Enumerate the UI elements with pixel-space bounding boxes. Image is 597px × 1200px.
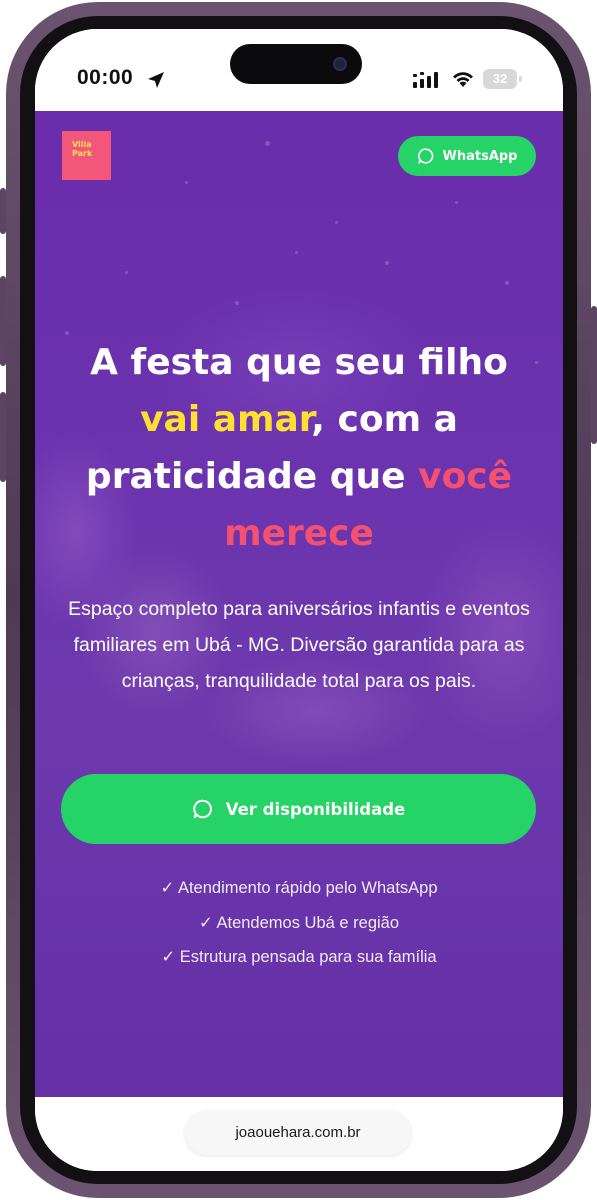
confetti-dot bbox=[235, 301, 239, 305]
battery-tip bbox=[519, 76, 522, 82]
confetti-dot bbox=[125, 271, 128, 274]
confetti-dot bbox=[265, 141, 270, 146]
confetti-dot bbox=[505, 281, 509, 285]
benefit-item: ✓ Atendemos Ubá e região bbox=[198, 913, 400, 932]
benefit-item: ✓ Atendimento rápido pelo WhatsApp bbox=[160, 879, 438, 897]
browser-bottom-bar: joaouehara.com.br bbox=[35, 1097, 563, 1171]
whatsapp-icon bbox=[417, 148, 433, 164]
wifi-icon bbox=[453, 72, 473, 87]
whatsapp-header-button[interactable]: WhatsApp bbox=[398, 136, 536, 176]
check-availability-button[interactable]: Ver disponibilidade bbox=[61, 774, 536, 844]
benefit-item: ✓ Estrutura pensada para sua família bbox=[161, 948, 437, 966]
status-bar: 00:00 32 bbox=[35, 29, 563, 111]
confetti-dot bbox=[385, 261, 389, 265]
battery-icon: 32 bbox=[483, 69, 517, 89]
headline-part-1: A festa que seu filho bbox=[90, 342, 508, 383]
power-button bbox=[591, 306, 597, 444]
volume-up-button bbox=[0, 276, 6, 366]
confetti-dot bbox=[455, 201, 458, 204]
confetti-dot bbox=[185, 181, 188, 184]
browser-address-bar[interactable]: joaouehara.com.br bbox=[185, 1111, 411, 1155]
action-button bbox=[0, 188, 6, 234]
front-camera bbox=[333, 57, 347, 71]
villa-park-logo[interactable]: Villa Park bbox=[62, 131, 111, 180]
volume-down-button bbox=[0, 392, 6, 482]
phone-screen: 00:00 32 Villa Park WhatsApp A festa que… bbox=[35, 29, 563, 1171]
logo-text-line-1: Villa bbox=[72, 140, 92, 149]
whatsapp-header-label: WhatsApp bbox=[442, 148, 518, 164]
logo-text-line-2: Park bbox=[72, 149, 93, 158]
dynamic-island bbox=[230, 44, 362, 84]
benefits-list: ✓ Atendimento rápido pelo WhatsApp ✓ Ate… bbox=[35, 871, 563, 975]
check-availability-label: Ver disponibilidade bbox=[225, 799, 406, 819]
location-arrow-icon bbox=[148, 72, 164, 88]
hero-description: Espaço completo para aniversários infant… bbox=[68, 598, 530, 692]
hero-section: Villa Park WhatsApp A festa que seu filh… bbox=[35, 111, 563, 1097]
whatsapp-icon bbox=[193, 799, 212, 819]
status-time: 00:00 bbox=[77, 66, 134, 89]
headline-highlight-1: vai amar bbox=[140, 399, 312, 440]
battery-percentage: 32 bbox=[492, 71, 508, 86]
hero-headline: A festa que seu filho vai amar, com a pr… bbox=[55, 334, 543, 562]
cellular-signal-icon bbox=[413, 72, 438, 88]
confetti-dot bbox=[295, 251, 298, 254]
confetti-dot bbox=[335, 221, 338, 224]
